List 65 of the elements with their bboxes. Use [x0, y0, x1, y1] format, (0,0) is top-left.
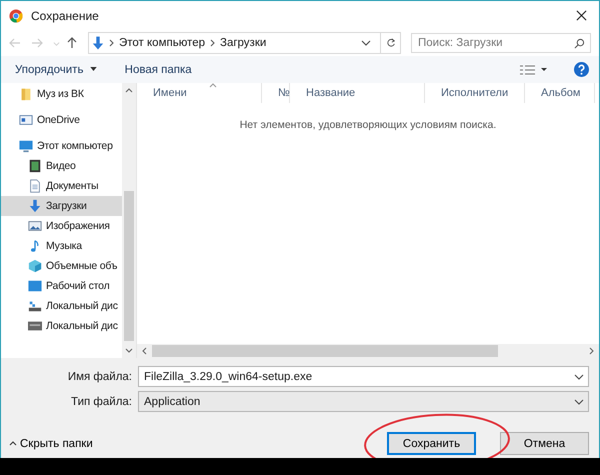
- view-options-icon[interactable]: [518, 64, 548, 76]
- column-header[interactable]: №: [262, 83, 290, 103]
- sidebar-item[interactable]: Изображения: [1, 216, 122, 236]
- dropdown-caret-icon[interactable]: [361, 38, 371, 48]
- desktop-icon: [28, 279, 42, 293]
- new-folder-button[interactable]: Новая папка: [120, 62, 196, 78]
- chevron-icon: [210, 39, 215, 47]
- download-arrow-icon: [92, 36, 104, 50]
- sort-caret-icon: [209, 83, 217, 88]
- caret-icon: [9, 441, 17, 446]
- scroll-right-icon[interactable]: [589, 347, 594, 355]
- drive-icon: [28, 319, 42, 333]
- sidebar-item[interactable]: Загрузки: [1, 196, 122, 216]
- window-title: Сохранение: [31, 8, 99, 22]
- breadcrumb-item[interactable]: Загрузки: [220, 37, 266, 49]
- computer-icon: [19, 139, 33, 153]
- scroll-left-icon[interactable]: [142, 347, 147, 355]
- browser-logo-icon: [9, 8, 23, 22]
- sidebar-item[interactable]: Локальный дис: [1, 296, 122, 316]
- organize-menu-button[interactable]: Упорядочить: [11, 62, 101, 78]
- column-header[interactable]: Альбом: [525, 83, 595, 103]
- drive-icon: [28, 299, 42, 313]
- search-field[interactable]: Поиск: Загрузки: [411, 33, 591, 53]
- dropdown-caret-icon[interactable]: [574, 372, 584, 382]
- column-header[interactable]: Название: [290, 83, 425, 103]
- dropdown-caret-icon[interactable]: [574, 396, 584, 406]
- vertical-scrollbar[interactable]: [122, 83, 136, 358]
- folder-icon: [19, 87, 33, 101]
- file-name-field[interactable]: FileZilla_3.29.0_win64-setup.exe: [138, 366, 589, 387]
- chevron-icon: [109, 39, 114, 47]
- close-icon[interactable]: [576, 10, 587, 21]
- cube-icon: [28, 259, 42, 273]
- sidebar-item[interactable]: Муз из ВК: [1, 84, 122, 104]
- download-arrow-icon: [28, 199, 42, 213]
- scroll-up-icon[interactable]: [125, 88, 133, 93]
- caret-icon: [90, 67, 97, 72]
- file-type-label: Тип файла:: [70, 396, 133, 408]
- column-header[interactable]: Исполнители: [425, 83, 525, 103]
- column-header[interactable]: Имени: [137, 83, 262, 103]
- sidebar-item[interactable]: Рабочий стол: [1, 276, 122, 296]
- file-type-dropdown[interactable]: Application: [138, 391, 589, 412]
- save-button[interactable]: Сохранить: [387, 432, 476, 455]
- cancel-button[interactable]: Отмена: [500, 432, 589, 455]
- picture-icon: [28, 219, 42, 233]
- sidebar-item[interactable]: Видео: [1, 156, 122, 176]
- cloud-drive-icon: [19, 113, 33, 127]
- film-icon: [28, 159, 42, 173]
- search-icon: [574, 38, 585, 48]
- horizontal-scrollbar[interactable]: [137, 344, 599, 358]
- address-bar[interactable]: Этот компьютер Загрузки: [88, 32, 401, 54]
- hide-folders-button[interactable]: Скрыть папки: [9, 438, 93, 450]
- refresh-icon[interactable]: [386, 38, 396, 48]
- document-icon: [28, 179, 42, 193]
- sidebar-item[interactable]: Локальный дис: [1, 316, 122, 336]
- sidebar-item[interactable]: Документы: [1, 176, 122, 196]
- scroll-down-icon[interactable]: [125, 348, 133, 353]
- help-icon[interactable]: [574, 62, 589, 77]
- sidebar-item[interactable]: OneDrive: [1, 110, 122, 130]
- sidebar-item[interactable]: Объемные объ: [1, 256, 122, 276]
- breadcrumb-item[interactable]: Этот компьютер: [119, 37, 205, 49]
- up-arrow-icon[interactable]: [66, 37, 78, 49]
- sidebar-item[interactable]: Этот компьютер: [1, 136, 122, 156]
- file-name-label: Имя файла:: [66, 370, 133, 382]
- empty-message: Нет элементов, удовлетворяющих условиям поиска.: [240, 119, 496, 131]
- sidebar-item[interactable]: Музыка: [1, 236, 122, 256]
